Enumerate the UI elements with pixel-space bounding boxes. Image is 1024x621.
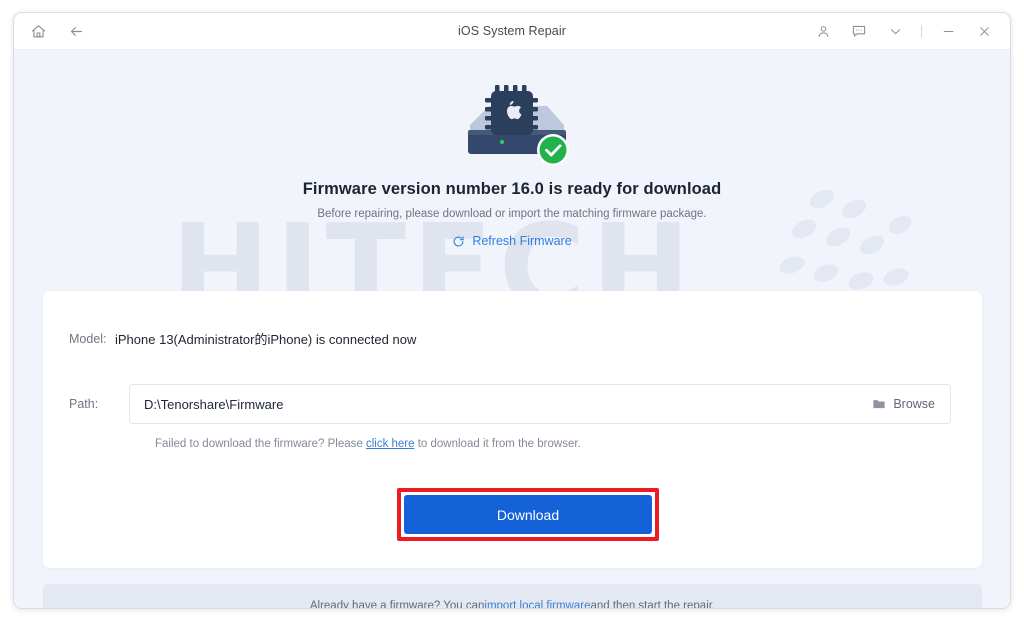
browse-button[interactable]: Browse [872, 397, 950, 411]
title-bar-divider [921, 24, 922, 38]
title-bar-right-controls [813, 21, 1010, 41]
browse-label: Browse [893, 397, 935, 411]
refresh-icon [452, 235, 465, 248]
model-value: iPhone 13(Administrator的iPhone) is conne… [115, 332, 417, 347]
chevron-down-icon[interactable] [885, 21, 905, 41]
click-here-link[interactable]: click here [366, 438, 415, 450]
apple-chip-success-icon [447, 78, 577, 170]
home-icon[interactable] [28, 21, 48, 41]
path-label: Path: [69, 397, 99, 411]
footer-prefix: Already have a firmware? You can [309, 600, 485, 609]
failure-note-prefix: Failed to download the firmware? Please [155, 438, 366, 450]
account-icon[interactable] [813, 21, 833, 41]
title-bar-left-controls [14, 21, 86, 41]
close-icon[interactable] [974, 21, 994, 41]
download-failure-note: Failed to download the firmware? Please … [155, 438, 581, 450]
import-firmware-bar: Already have a firmware? You can import … [43, 584, 982, 609]
path-row: Path: D:\Tenorshare\Firmware Browse [43, 384, 982, 424]
page-title: Firmware version number 16.0 is ready fo… [302, 180, 722, 198]
feedback-icon[interactable] [849, 21, 869, 41]
refresh-firmware-button[interactable]: Refresh Firmware [452, 234, 572, 248]
refresh-firmware-label: Refresh Firmware [472, 234, 572, 248]
hero-section: Firmware version number 16.0 is ready fo… [14, 50, 1010, 253]
folder-icon [872, 397, 886, 411]
title-bar: iOS System Repair [14, 13, 1010, 50]
main-content: HITECH WORK YOUR VISION OUR FUTURE [14, 50, 1010, 609]
back-arrow-icon[interactable] [66, 21, 86, 41]
path-input-wrapper[interactable]: D:\Tenorshare\Firmware Browse [129, 384, 951, 424]
model-row: Model: iPhone 13(Administrator的iPhone) i… [43, 329, 982, 348]
failure-note-suffix: to download it from the browser. [414, 438, 581, 450]
model-label: Model: [69, 331, 107, 346]
download-button[interactable]: Download [404, 495, 652, 534]
desktop-backdrop: iOS System Repair HITECH Firmware versio… [0, 0, 1024, 621]
page-subtitle: Before repairing, please download or imp… [317, 208, 707, 220]
path-input[interactable]: D:\Tenorshare\Firmware [130, 397, 872, 412]
application-window: iOS System Repair HITECH Firmware versio… [13, 12, 1011, 609]
footer-suffix: and then start the repair. [590, 600, 716, 609]
firmware-card: Model: iPhone 13(Administrator的iPhone) i… [43, 291, 982, 568]
import-local-firmware-link[interactable]: import local firmware [484, 600, 590, 608]
minimize-icon[interactable] [938, 21, 958, 41]
